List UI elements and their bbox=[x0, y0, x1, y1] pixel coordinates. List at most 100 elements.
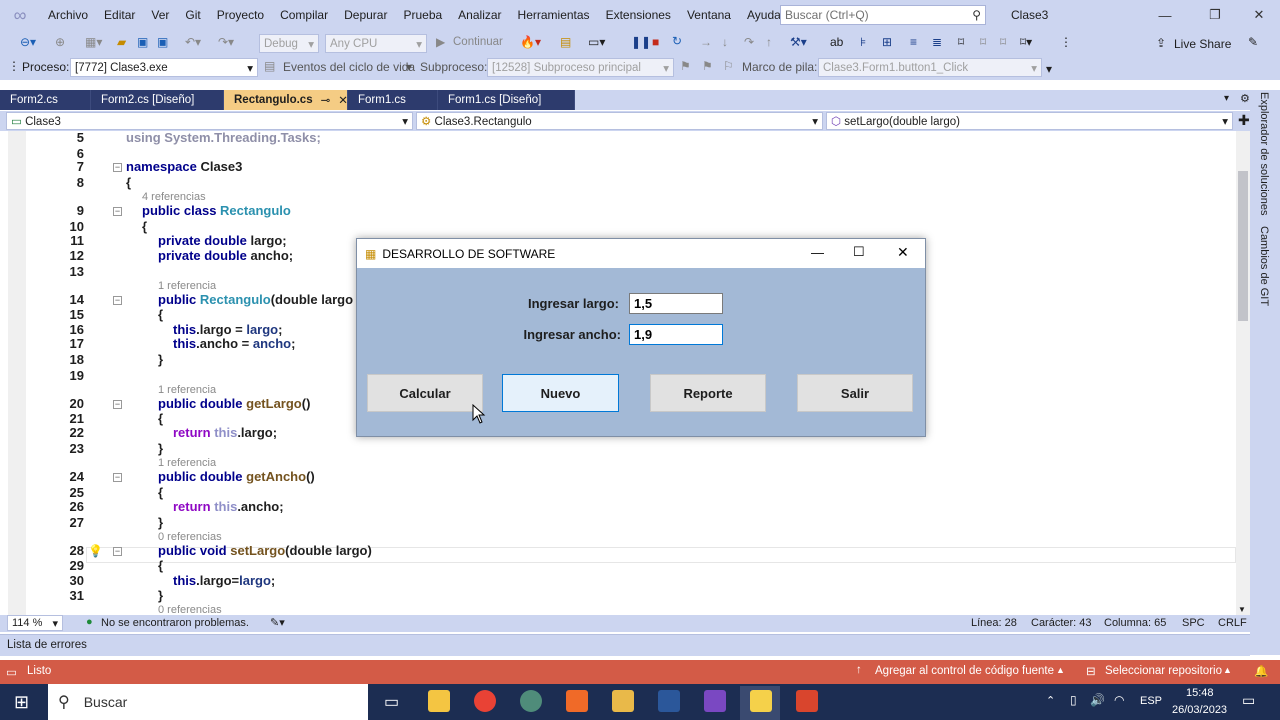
menu-archivo[interactable]: Archivo bbox=[40, 8, 96, 22]
tab-list-dropdown-icon[interactable]: ▾ bbox=[1224, 93, 1229, 104]
codelens-references[interactable]: 0 referencias bbox=[158, 531, 222, 543]
collapse-icon[interactable]: − bbox=[113, 207, 122, 216]
search-input[interactable]: Buscar (Ctrl+Q) ⚲ bbox=[780, 5, 986, 25]
new-item-icon[interactable]: ▦▾ bbox=[85, 35, 102, 49]
align-icon[interactable]: ⊧ bbox=[860, 35, 866, 49]
project-dropdown[interactable]: ▭ Clase3 ▾ bbox=[6, 112, 413, 130]
visual-studio-icon[interactable] bbox=[704, 690, 726, 712]
close-tab-icon[interactable]: ✕ bbox=[338, 93, 348, 107]
filezilla-icon[interactable] bbox=[612, 690, 634, 712]
lifecycle-events-button[interactable]: Eventos del ciclo de vida bbox=[283, 60, 415, 74]
language-indicator[interactable]: ESP bbox=[1140, 695, 1162, 707]
menu-ver[interactable]: Ver bbox=[143, 8, 177, 22]
scrollbar-thumb[interactable] bbox=[1238, 171, 1248, 321]
menu-depurar[interactable]: Depurar bbox=[336, 8, 395, 22]
line-indicator[interactable]: Línea: 28 bbox=[971, 617, 1017, 629]
char-indicator[interactable]: Carácter: 43 bbox=[1031, 617, 1092, 629]
column-indicator[interactable]: Columna: 65 bbox=[1104, 617, 1166, 629]
stop-icon[interactable]: ■ bbox=[652, 35, 659, 49]
menu-editar[interactable]: Editar bbox=[96, 8, 143, 22]
open-icon[interactable]: ▰ bbox=[117, 35, 126, 49]
collapse-icon[interactable]: − bbox=[113, 473, 122, 482]
reporte-button[interactable]: Reporte bbox=[650, 374, 766, 412]
format-icon[interactable]: ⊞ bbox=[882, 35, 892, 49]
split-editor-icon[interactable]: ✚ bbox=[1238, 112, 1250, 129]
file-explorer-icon[interactable] bbox=[428, 690, 450, 712]
select-repo-button[interactable]: Seleccionar repositorio bbox=[1105, 665, 1222, 677]
whitespace-indicator[interactable]: SPC bbox=[1182, 617, 1205, 629]
menu-git[interactable]: Git bbox=[177, 8, 208, 22]
process-select[interactable]: [7772] Clase3.exe ▾ bbox=[70, 58, 258, 77]
step-over-icon[interactable]: ↷ bbox=[744, 35, 754, 49]
restart-icon[interactable]: ↻ bbox=[672, 34, 682, 48]
save-icon[interactable]: ▣ bbox=[137, 35, 148, 49]
bookmark-next-icon[interactable]: ⌑ bbox=[1000, 35, 1006, 49]
show-next-statement-icon[interactable]: → bbox=[700, 35, 712, 49]
running-form-icon[interactable] bbox=[750, 690, 772, 712]
live-share-icon[interactable]: ⇪ bbox=[1156, 36, 1166, 50]
flag-all-threads-icon[interactable]: ⚑ bbox=[702, 59, 713, 73]
maximize-button[interactable]: ❐ bbox=[1192, 0, 1238, 30]
feedback-icon[interactable]: ✎ bbox=[1248, 35, 1258, 49]
close-button[interactable]: ✕ bbox=[1236, 0, 1280, 30]
save-all-icon[interactable]: ▣ bbox=[157, 35, 168, 49]
menu-ventana[interactable]: Ventana bbox=[679, 8, 739, 22]
settings-gear-icon[interactable]: ⚙ bbox=[1240, 92, 1250, 105]
salir-button[interactable]: Salir bbox=[797, 374, 913, 412]
debug-tools-icon[interactable]: ⚒▾ bbox=[790, 35, 807, 49]
clock-date[interactable]: 26/03/2023 bbox=[1172, 704, 1227, 716]
task-view-icon[interactable]: ▭ bbox=[384, 692, 399, 712]
battery-icon[interactable]: ▯ bbox=[1070, 693, 1077, 707]
undo-icon[interactable]: ↶▾ bbox=[185, 35, 201, 49]
stack-frame-select[interactable]: Clase3.Form1.button1_Click ▾ bbox=[818, 58, 1042, 77]
bookmark-clear-icon[interactable]: ⌑▾ bbox=[1020, 35, 1032, 49]
flag-toggle-icon[interactable]: ⚐ bbox=[723, 59, 734, 73]
step-out-icon[interactable]: ↑ bbox=[766, 35, 772, 49]
indent-icon[interactable]: ≡ bbox=[910, 35, 917, 49]
add-source-control-button[interactable]: Agregar al control de código fuente bbox=[875, 665, 1054, 677]
solution-explorer-tab[interactable]: Explorador de soluciones bbox=[1258, 92, 1270, 216]
step-into-icon[interactable]: ↓ bbox=[722, 35, 728, 49]
window-icon[interactable]: ▭▾ bbox=[588, 35, 605, 49]
lifecycle-dropdown-icon[interactable]: ▾ bbox=[406, 60, 412, 74]
lightbulb-icon[interactable]: 💡 bbox=[88, 544, 103, 559]
app-icon[interactable] bbox=[520, 690, 542, 712]
error-list-tab[interactable]: Lista de errores bbox=[0, 634, 1250, 656]
continue-button[interactable]: Continuar bbox=[453, 36, 503, 48]
tab-form2-design[interactable]: Form2.cs [Diseño] bbox=[91, 90, 224, 110]
ancho-input[interactable] bbox=[629, 324, 723, 345]
nuevo-button[interactable]: Nuevo bbox=[502, 374, 619, 412]
codelens-references[interactable]: 0 referencias bbox=[158, 604, 222, 615]
lifecycle-events-icon[interactable]: ▤ bbox=[264, 59, 275, 73]
recorder-icon[interactable] bbox=[796, 690, 818, 712]
thread-select[interactable]: [12528] Subproceso principal ▾ bbox=[487, 58, 674, 77]
notification-center-icon[interactable]: ▭ bbox=[1242, 692, 1255, 709]
scroll-down-icon[interactable]: ▼ bbox=[1238, 605, 1246, 614]
tab-form2-cs[interactable]: Form2.cs bbox=[0, 90, 91, 110]
code-cleanup-icon[interactable]: ✎▾ bbox=[270, 616, 285, 629]
live-share-button[interactable]: Live Share bbox=[1174, 37, 1231, 51]
forward-icon[interactable]: ⊕ bbox=[55, 35, 65, 49]
collapse-icon[interactable]: − bbox=[113, 547, 122, 556]
vertical-scrollbar[interactable]: ▼ bbox=[1236, 131, 1250, 615]
bookmark-prev-icon[interactable]: ⌑ bbox=[980, 35, 986, 49]
git-changes-tab[interactable]: Cambios de GIT bbox=[1258, 226, 1270, 306]
outdent-icon[interactable]: ≣ bbox=[932, 35, 942, 49]
continue-icon[interactable]: ▶ bbox=[436, 35, 445, 49]
member-dropdown[interactable]: ⬡ setLargo(double largo) ▾ bbox=[826, 112, 1233, 130]
toolbar-overflow-icon[interactable]: ⋮ bbox=[1060, 35, 1072, 49]
pin-icon[interactable]: ⊸ bbox=[321, 93, 331, 107]
redo-icon[interactable]: ↷▾ bbox=[218, 35, 234, 49]
app-title-bar[interactable]: ▦ DESARROLLO DE SOFTWARE — ☐ ✕ bbox=[357, 239, 925, 268]
bookmark-icon[interactable]: ⌑ bbox=[958, 35, 964, 49]
app-close-button[interactable]: ✕ bbox=[897, 244, 909, 261]
codelens-references[interactable]: 4 referencias bbox=[142, 191, 206, 203]
chrome-icon[interactable] bbox=[474, 690, 496, 712]
tab-form1-cs[interactable]: Form1.cs bbox=[348, 90, 438, 110]
zoom-select[interactable]: 114 % ▾ bbox=[7, 615, 63, 631]
pause-icon[interactable]: ❚❚ bbox=[631, 35, 651, 49]
menu-compilar[interactable]: Compilar bbox=[272, 8, 336, 22]
speaker-icon[interactable]: 🔊 bbox=[1090, 693, 1105, 707]
platform-select[interactable]: Any CPU ▾ bbox=[325, 34, 427, 53]
tab-form1-design[interactable]: Form1.cs [Diseño] bbox=[438, 90, 575, 110]
